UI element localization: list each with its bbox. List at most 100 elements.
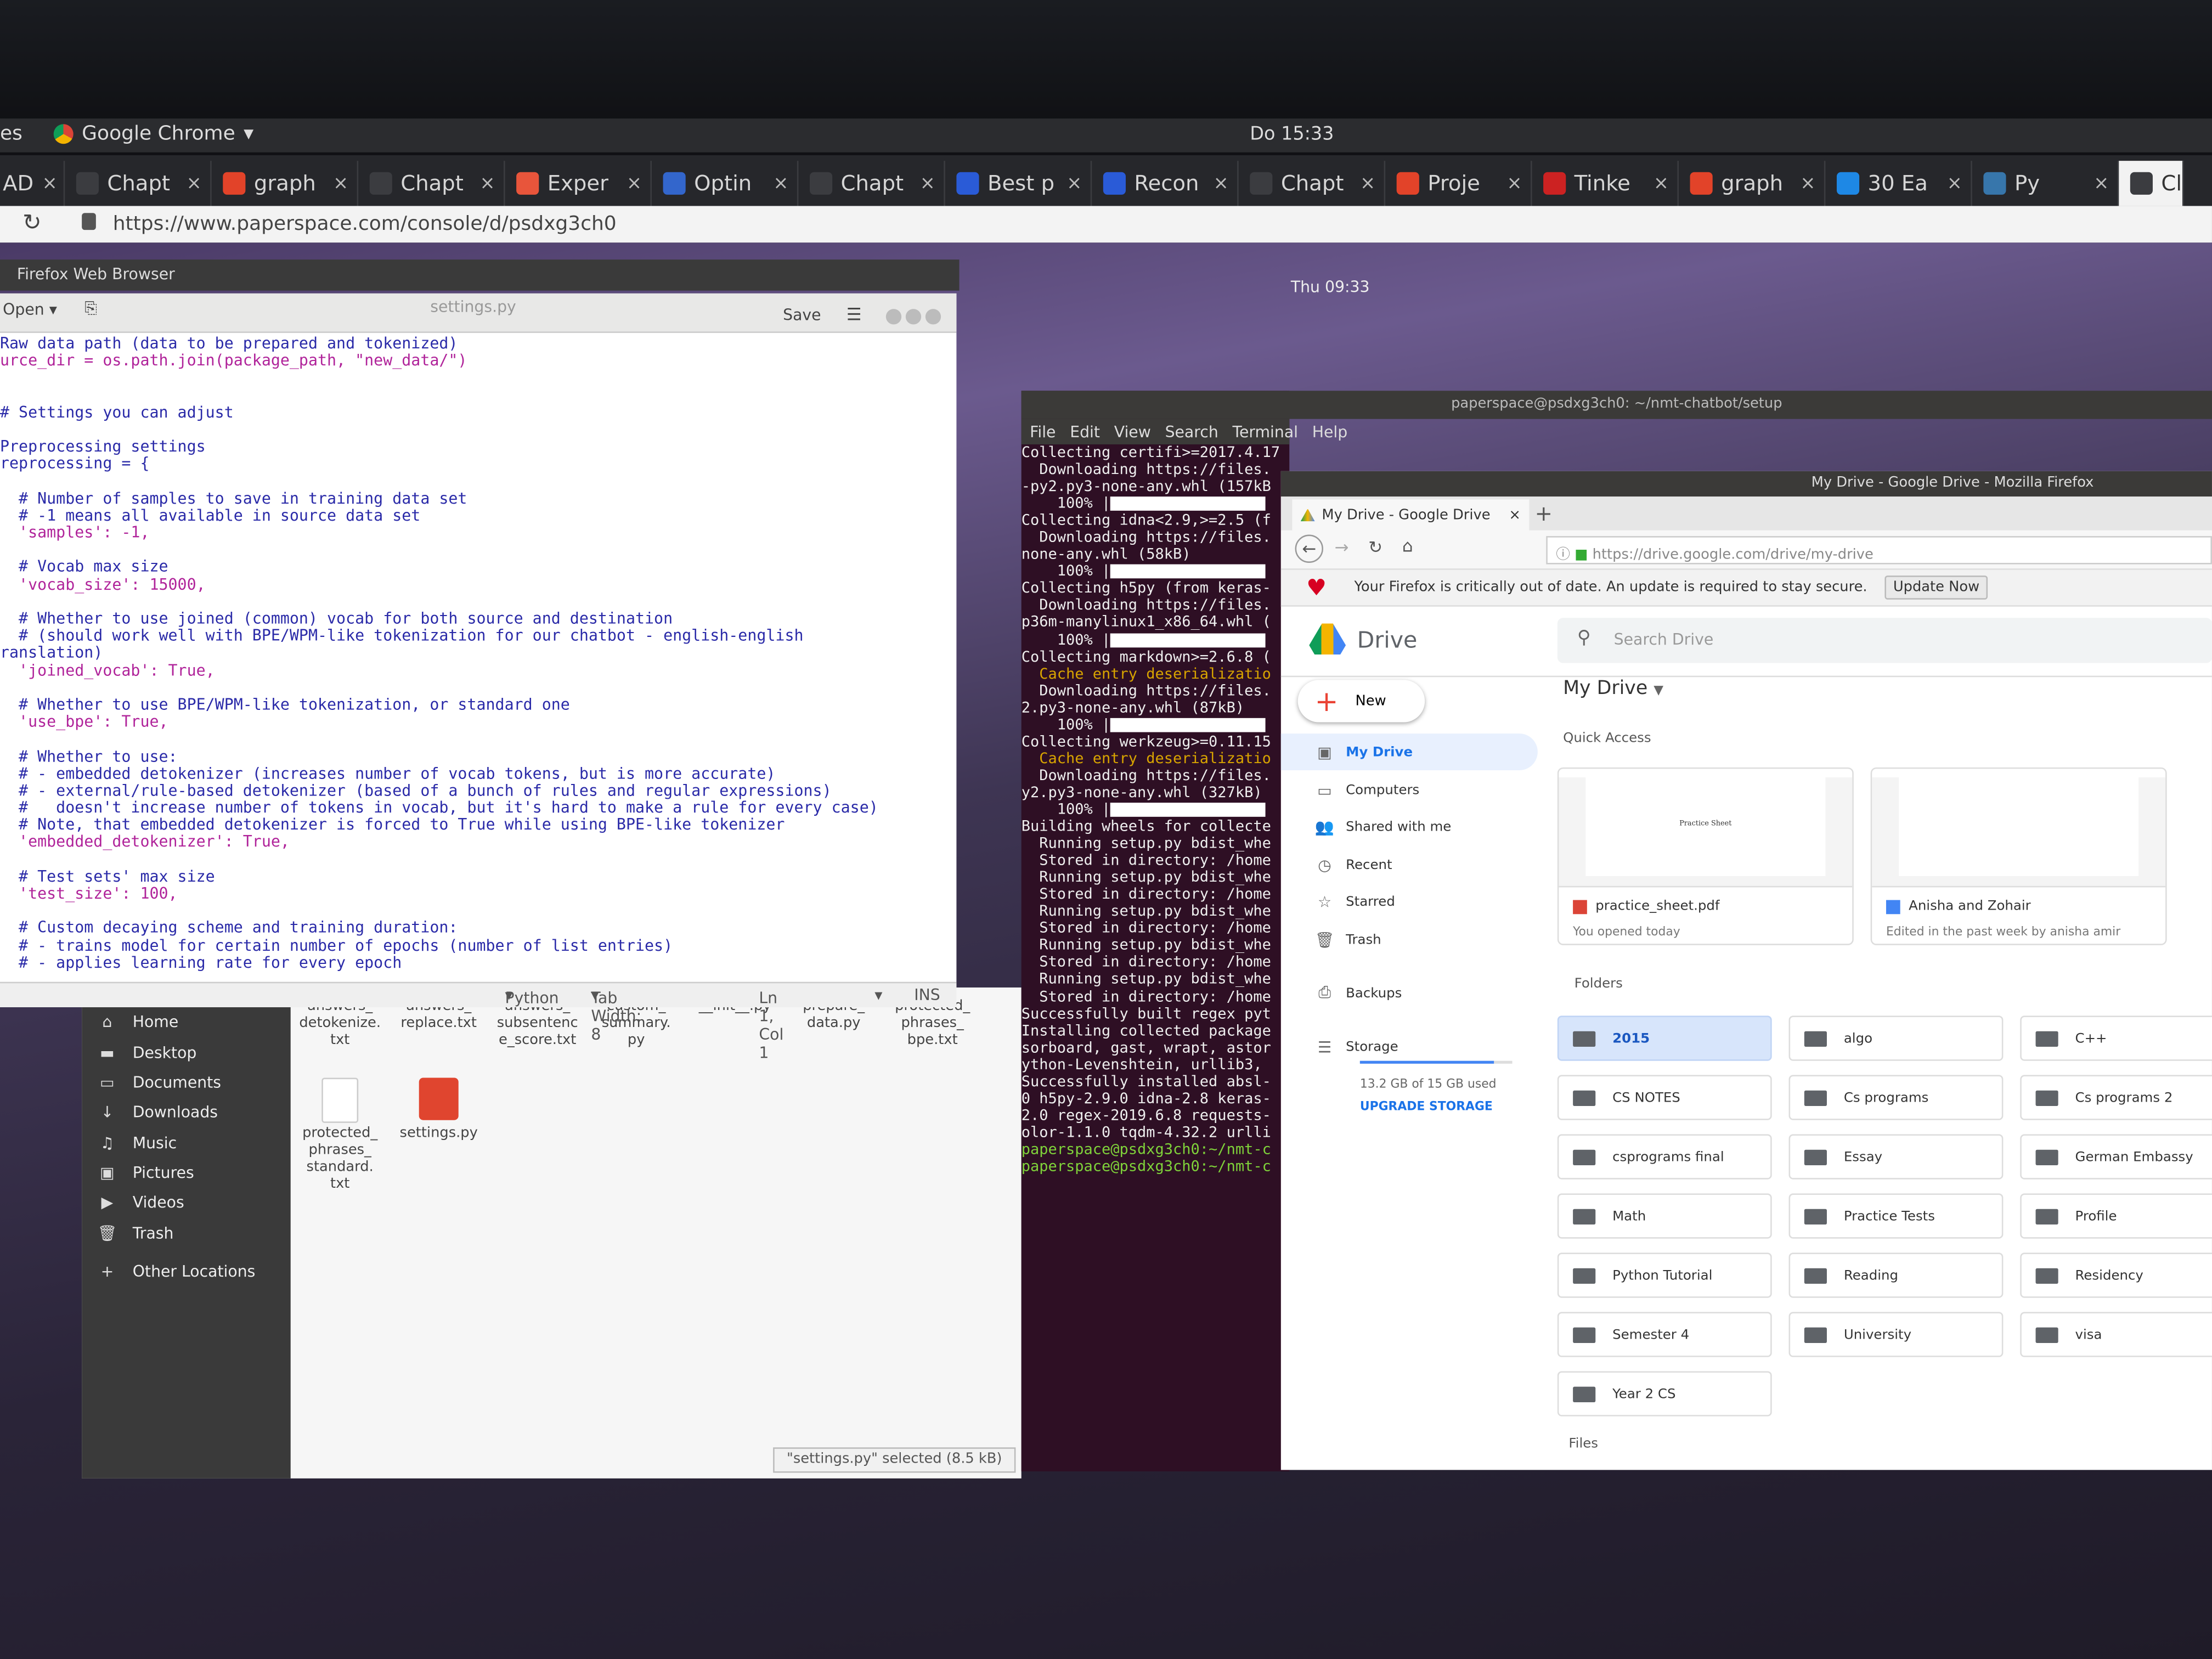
window-controls[interactable]	[885, 309, 941, 325]
new-tab-icon[interactable]: +	[1535, 501, 1553, 526]
chrome-tab[interactable]: 30 Ea ×	[1825, 161, 1972, 206]
hamburger-menu-icon[interactable]: ☰	[847, 304, 862, 324]
home-icon[interactable]: ⌂	[1402, 536, 1413, 556]
chrome-tab[interactable]: graph ×	[212, 161, 359, 206]
folder-item[interactable]: Math	[1557, 1193, 1772, 1239]
file-item[interactable]: protected_ phrases_ standard. txt	[296, 1077, 383, 1194]
close-icon[interactable]: ×	[1509, 507, 1521, 522]
firefox-url-bar[interactable]: ⓘ ■ https://drive.google.com/drive/my-dr…	[1546, 536, 2212, 565]
close-icon[interactable]: ×	[333, 173, 348, 194]
drive-nav-my-drive[interactable]: ▣ My Drive	[1280, 733, 1538, 770]
drive-nav-trash[interactable]: 🗑 Trash	[1281, 921, 1538, 958]
terminal-menu-terminal[interactable]: Terminal	[1232, 422, 1298, 441]
folder-item[interactable]: algo	[1788, 1015, 2004, 1061]
sidebar-item-other-locations[interactable]: + Other Locations	[82, 1257, 291, 1285]
sidebar-item-music[interactable]: ♫ Music	[82, 1128, 291, 1156]
folder-item[interactable]: German Embassy	[2020, 1134, 2212, 1180]
back-icon[interactable]: ←	[1295, 534, 1323, 563]
chrome-tab[interactable]: graph ×	[1679, 161, 1826, 206]
close-icon[interactable]: ×	[42, 173, 58, 194]
folder-item[interactable]: Python Tutorial	[1557, 1252, 1772, 1298]
close-icon[interactable]: ×	[480, 173, 495, 194]
chrome-tab[interactable]: AD ×	[0, 161, 65, 206]
terminal-menu-file[interactable]: File	[1030, 422, 1056, 441]
open-button[interactable]: Open ▾	[3, 301, 57, 319]
quick-access-card[interactable]: Practice Sheet practice_sheet.pdf You open…	[1557, 767, 1854, 945]
new-tab-icon[interactable]: ⎘	[84, 299, 97, 319]
chrome-tab[interactable]: Tinke ×	[1532, 161, 1679, 206]
forward-icon[interactable]: →	[1335, 538, 1349, 557]
file-item[interactable]: settings.py	[395, 1077, 482, 1143]
close-icon[interactable]: ×	[2094, 173, 2109, 194]
close-icon[interactable]: ×	[1360, 173, 1375, 194]
upgrade-storage-link[interactable]: UPGRADE STORAGE	[1360, 1101, 1493, 1115]
sidebar-item-documents[interactable]: ▭ Documents	[82, 1068, 291, 1096]
terminal-menu-view[interactable]: View	[1114, 422, 1151, 441]
chrome-tab[interactable]: Py ×	[1972, 161, 2119, 206]
tab-width-selector[interactable]: Tab Width: 8 ▾	[591, 986, 641, 1043]
folder-item[interactable]: University	[1788, 1312, 2004, 1357]
drive-nav-storage[interactable]: ☰ Storage	[1281, 1029, 1538, 1065]
chrome-tab[interactable]: Optin ×	[652, 161, 799, 206]
quick-access-card[interactable]: Anisha and Zohair Edited in the past week…	[1870, 767, 2167, 945]
folder-item[interactable]: Residency	[2020, 1252, 2212, 1298]
close-icon[interactable]: ×	[1214, 173, 1229, 194]
update-now-button[interactable]: Update Now	[1884, 575, 1988, 600]
folder-item[interactable]: Profile	[2020, 1193, 2212, 1239]
drive-nav-backups[interactable]: ⎙ Backups	[1281, 975, 1538, 1012]
reload-icon[interactable]: ↻	[1368, 538, 1383, 557]
new-button[interactable]: + New	[1297, 680, 1425, 723]
folder-item[interactable]: csprograms final	[1557, 1134, 1772, 1180]
save-button[interactable]: Save	[783, 306, 821, 324]
close-icon[interactable]: ×	[1066, 173, 1082, 194]
app-menu[interactable]: Google Chrome ▾	[53, 123, 253, 145]
folder-item[interactable]: Semester 4	[1557, 1312, 1772, 1357]
chrome-tab[interactable]: Chapt ×	[1239, 161, 1386, 206]
sidebar-item-videos[interactable]: ▶ Videos	[82, 1188, 291, 1216]
terminal-menu-edit[interactable]: Edit	[1070, 422, 1100, 441]
reload-icon[interactable]: ↻	[22, 209, 41, 236]
code-view[interactable]: Raw data path (data to be prepared and t…	[0, 336, 956, 985]
chrome-tab[interactable]: Chapt ×	[358, 161, 505, 206]
activities-label[interactable]: es	[0, 123, 22, 145]
folder-item[interactable]: Cs programs	[1788, 1075, 2004, 1120]
folder-item[interactable]: 2015	[1557, 1015, 1772, 1061]
sidebar-item-desktop[interactable]: ▬ Desktop	[82, 1039, 291, 1066]
chrome-tab[interactable]: Chapt ×	[65, 161, 212, 206]
sidebar-item-home[interactable]: ⌂ Home	[82, 1007, 291, 1035]
close-icon[interactable]: ×	[1506, 173, 1522, 194]
sidebar-item-pictures[interactable]: ▣ Pictures	[82, 1158, 291, 1186]
outer-clock[interactable]: Do 15:33	[1250, 124, 1334, 145]
drive-nav-shared-with-me[interactable]: 👥 Shared with me	[1281, 808, 1538, 845]
folder-item[interactable]: CS NOTES	[1557, 1075, 1772, 1120]
terminal-menu-help[interactable]: Help	[1312, 422, 1347, 441]
sidebar-item-downloads[interactable]: ↓ Downloads	[82, 1098, 291, 1126]
tab-my-drive[interactable]: My Drive - Google Drive ×	[1292, 499, 1530, 531]
close-icon[interactable]: ×	[1947, 173, 1962, 194]
chrome-tab[interactable]: Cl	[2119, 161, 2184, 206]
language-selector[interactable]: Python ▾	[505, 986, 559, 1007]
chrome-tab[interactable]: Exper ×	[505, 161, 652, 206]
sidebar-item-trash[interactable]: 🗑 Trash	[82, 1219, 291, 1247]
folder-item[interactable]: Essay	[1788, 1134, 2004, 1180]
chrome-tab[interactable]: Recon ×	[1092, 161, 1239, 206]
folder-item[interactable]: Year 2 CS	[1557, 1371, 1772, 1417]
drive-nav-starred[interactable]: ☆ Starred	[1281, 883, 1538, 920]
folder-item[interactable]: Practice Tests	[1788, 1193, 2004, 1239]
close-icon[interactable]: ×	[187, 173, 202, 194]
chrome-tab[interactable]: Best p ×	[945, 161, 1092, 206]
inner-app-menu[interactable]: Firefox Web Browser	[17, 265, 175, 283]
terminal-output[interactable]: Collecting certifi>=2017.4.17 (from requ…	[1022, 444, 1290, 1175]
drive-nav-computers[interactable]: ▭ Computers	[1281, 772, 1538, 809]
terminal-menu-search[interactable]: Search	[1165, 422, 1218, 441]
close-icon[interactable]: ×	[627, 173, 642, 194]
inner-clock[interactable]: Thu 09:33	[1291, 278, 1370, 296]
folder-item[interactable]: Reading	[1788, 1252, 2004, 1298]
close-icon[interactable]: ×	[920, 173, 935, 194]
folder-item[interactable]: visa	[2020, 1312, 2212, 1357]
close-icon[interactable]: ×	[1654, 173, 1669, 194]
chrome-url[interactable]: https://www.paperspace.com/console/d/psd…	[113, 213, 617, 235]
chrome-tab[interactable]: Chapt ×	[798, 161, 945, 206]
drive-nav-recent[interactable]: ◷ Recent	[1281, 847, 1538, 883]
chrome-tab[interactable]: Proje ×	[1385, 161, 1532, 206]
